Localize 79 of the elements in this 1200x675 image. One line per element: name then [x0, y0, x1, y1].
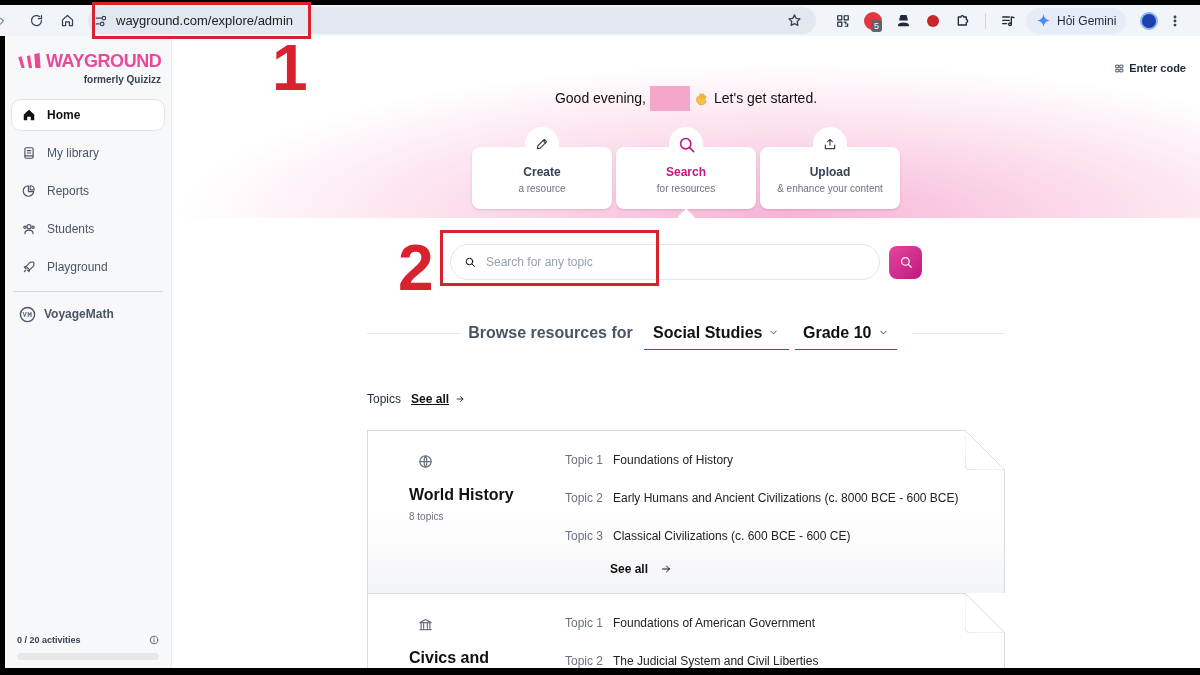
url-text: wayground.com/explore/admin — [116, 11, 294, 30]
users-icon — [22, 222, 36, 236]
topic-count: 8 topics — [409, 510, 445, 524]
reload-icon[interactable] — [29, 13, 44, 28]
dropdown[interactable]: Grade 10 — [794, 316, 897, 350]
pie-chart-icon — [22, 184, 36, 198]
sidebar-item[interactable]: Playground — [11, 251, 165, 283]
dropdown[interactable]: Social Studies — [643, 316, 789, 350]
gemini-button[interactable]: Hỏi Gemini — [1026, 7, 1127, 34]
info-icon[interactable] — [149, 635, 159, 646]
greeting-text: Good evening, — [554, 89, 646, 108]
sparkle-icon — [1036, 13, 1051, 28]
search-icon — [464, 256, 476, 268]
sidebar-item[interactable]: Home — [11, 99, 165, 131]
avatar[interactable] — [1140, 11, 1159, 30]
enter-code-button[interactable]: Enter code — [1115, 60, 1186, 77]
topic-number: Topic 2 — [565, 653, 605, 668]
topic-name[interactable]: Foundations of American Government — [613, 614, 816, 632]
action-title: Upload — [809, 164, 851, 181]
address-bar[interactable]: wayground.com/explore/admin — [88, 7, 816, 34]
search-icon — [898, 255, 913, 269]
action-subtitle: a resource — [518, 182, 566, 196]
spy-icon[interactable] — [896, 13, 911, 28]
activities-count: 0 / 20 activities — [17, 633, 81, 647]
topic-number: Topic 1 — [565, 615, 605, 632]
topics-label: Topics — [367, 391, 401, 408]
voyage-math-logo-icon — [19, 305, 36, 323]
pencil-icon — [535, 137, 549, 151]
logo-text: WAYGROUND — [46, 52, 162, 70]
arrow-right-icon — [455, 394, 466, 404]
card-title: World History — [409, 485, 514, 505]
topic-name[interactable]: Foundations of History — [613, 451, 734, 469]
sidebar-item[interactable]: Students — [11, 213, 165, 245]
site-settings-icon[interactable] — [94, 13, 108, 28]
arrow-right-icon — [660, 563, 673, 575]
action-card[interactable]: Search for resources — [616, 147, 756, 209]
topic-number: Topic 3 — [565, 528, 605, 545]
see-all-link[interactable]: See all — [411, 390, 466, 408]
card-title: Civics and — [409, 648, 490, 668]
browse-label: Browse resources for — [468, 323, 633, 343]
book-icon — [22, 146, 36, 160]
waving-hand-icon — [694, 90, 710, 107]
topic-name[interactable]: The Judicial System and Civil Liberties — [613, 652, 819, 668]
puzzle-icon[interactable] — [955, 12, 971, 29]
extension-icon[interactable]: 5 — [864, 11, 882, 30]
star-icon[interactable] — [787, 13, 802, 28]
badge-count: 5 — [871, 19, 882, 32]
topic-name[interactable]: Classical Civilizations (c. 600 BCE - 600 CE) — [613, 527, 851, 545]
sidebar-item[interactable]: Reports — [11, 175, 165, 207]
home-icon[interactable] — [60, 13, 75, 28]
action-card[interactable]: Create a resource — [472, 147, 612, 209]
building-icon — [418, 617, 433, 632]
grid-icon — [1115, 63, 1125, 73]
topic-number: Topic 2 — [565, 490, 605, 507]
action-subtitle: & enhance your content — [777, 182, 883, 196]
action-card[interactable]: Upload & enhance your content — [760, 147, 900, 209]
action-subtitle: for resources — [656, 182, 716, 196]
action-title: Create — [523, 164, 561, 181]
greeting-end-text: Let's get started. — [714, 89, 818, 108]
logo-icon — [17, 52, 43, 70]
search-button[interactable] — [889, 245, 922, 279]
extension-icon[interactable] — [925, 12, 941, 29]
sidebar-item[interactable]: My library — [11, 137, 165, 169]
voyage-math-link[interactable]: VoyageMath — [11, 302, 165, 326]
redaction-block — [650, 86, 690, 111]
search-field[interactable]: Search for any topic — [450, 244, 880, 280]
annotation-number: 2 — [398, 236, 434, 300]
topic-number: Topic 1 — [565, 452, 605, 469]
annotation-number: 1 — [272, 36, 308, 100]
upload-icon — [823, 137, 837, 151]
see-all-link[interactable]: See all — [610, 560, 959, 578]
qr-code-icon[interactable] — [836, 13, 850, 28]
topic-name[interactable]: Early Humans and Ancient Civilizations (c. 8000 BCE - 600 BCE) — [613, 489, 959, 507]
action-title: Search — [666, 164, 706, 181]
home-icon — [22, 108, 36, 122]
gemini-label: Hỏi Gemini — [1057, 12, 1117, 30]
globe-icon — [418, 454, 433, 469]
rocket-icon — [22, 260, 36, 274]
logo-subtitle: formerly Quizizz — [83, 73, 161, 87]
